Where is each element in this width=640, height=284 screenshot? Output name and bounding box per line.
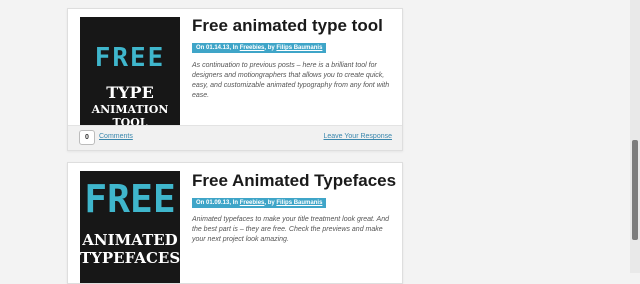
vertical-scrollbar[interactable] [630,0,640,273]
category-link[interactable]: Freebies [240,200,265,206]
comments-link[interactable]: Comments [99,133,133,140]
post-thumbnail[interactable]: FREE TYPE ANIMATION TOOL [80,17,180,129]
post-meta: On 01.14.13, In Freebies, by Filips Baum… [192,43,327,53]
meta-by: , by [264,45,277,51]
post-date: On 01.09.13, In [196,200,240,206]
thumbnail-line-1: TYPE [106,83,154,102]
post-thumbnail[interactable]: FREE ANIMATED TYPEFACES [80,171,180,283]
category-link[interactable]: Freebies [240,45,265,51]
leave-response-link[interactable]: Leave Your Response [324,133,393,140]
thumbnail-free-text: FREE [84,177,176,221]
author-link[interactable]: Filips Baumanis [276,200,322,206]
author-link[interactable]: Filips Baumanis [276,45,322,51]
thumbnail-line-2: TYPEFACES [80,249,180,267]
thumbnail-free-text: FREE [94,43,166,73]
post-card: FREE TYPE ANIMATION TOOL Free animated t… [67,8,403,151]
meta-by: , by [264,200,277,206]
comment-count-badge[interactable]: 0 [79,130,95,145]
post-title-link[interactable]: Free Animated Typefaces [192,171,396,191]
post-excerpt: As continuation to previous posts – here… [192,62,390,99]
post-footer: 0 Comments Leave Your Response [68,125,402,150]
post-excerpt: Animated typefaces to make your title tr… [192,216,390,243]
scrollbar-thumb[interactable] [632,140,638,240]
post-card: FREE ANIMATED TYPEFACES Free Animated Ty… [67,162,403,284]
thumbnail-line-1: ANIMATED [82,231,178,249]
post-date: On 01.14.13, In [196,45,240,51]
post-title-link[interactable]: Free animated type tool [192,16,383,36]
post-meta: On 01.09.13, In Freebies, by Filips Baum… [192,198,327,208]
